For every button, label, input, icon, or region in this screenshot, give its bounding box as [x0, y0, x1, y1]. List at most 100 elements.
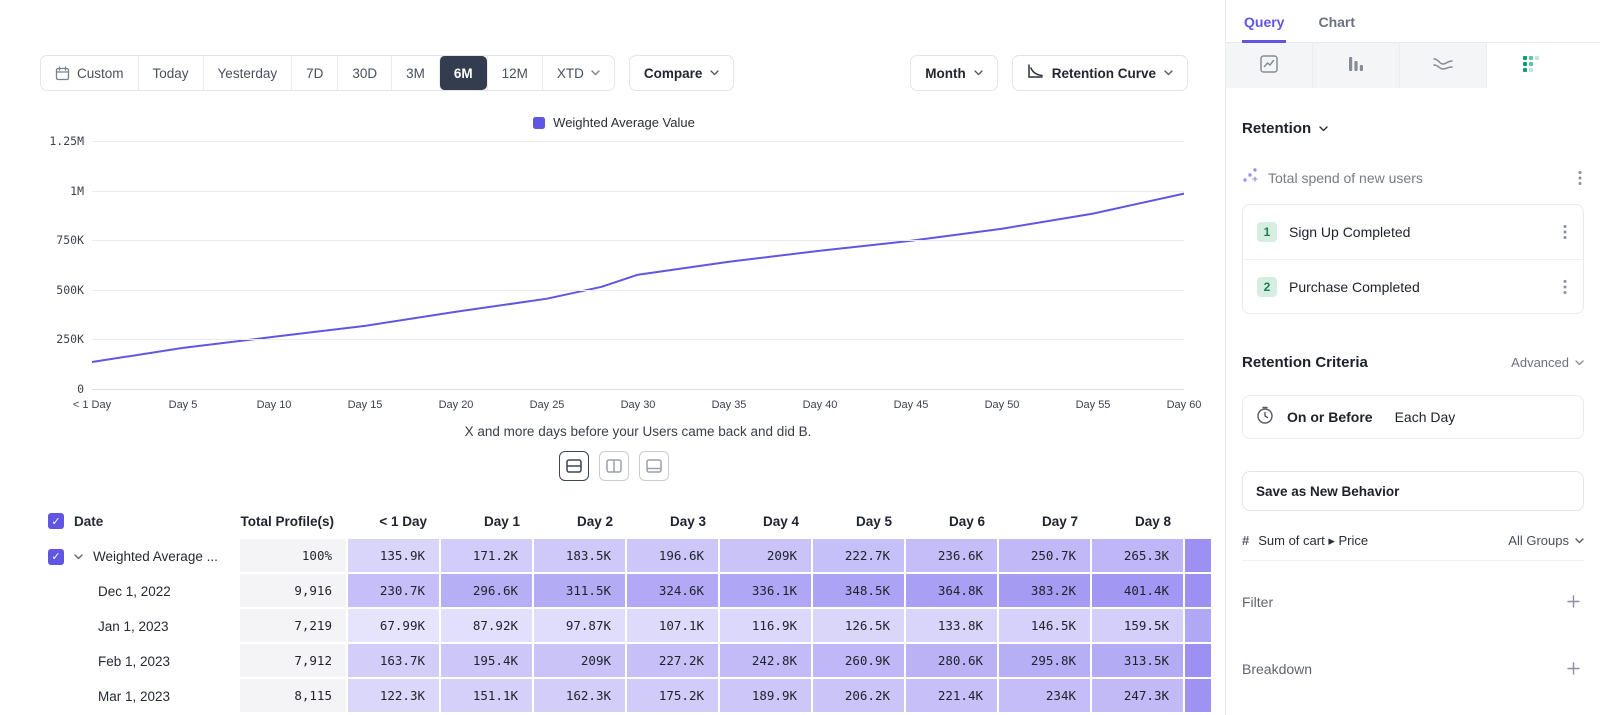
retention-value-cell[interactable]: 122.3K [348, 679, 441, 714]
row-checkbox[interactable]: ✓ [48, 549, 64, 565]
kebab-menu-icon[interactable] [1561, 277, 1569, 297]
retention-value-cell[interactable]: 175.2K [627, 679, 720, 714]
chart-type-retention-button[interactable] [1487, 43, 1574, 88]
retention-value-cell[interactable]: 260.9K [813, 644, 906, 679]
step-row-2[interactable]: 2 Purchase Completed [1243, 259, 1583, 313]
chevron-down-icon [1575, 360, 1584, 366]
retention-value-cell[interactable]: 311.5K [534, 574, 627, 609]
range-7d-button[interactable]: 7D [291, 56, 337, 90]
behavior-title: Total spend of new users [1268, 170, 1566, 186]
range-label: XTD [557, 66, 584, 81]
range-custom-button[interactable]: Custom [41, 56, 138, 90]
retention-value-cell[interactable]: 162.3K [534, 679, 627, 714]
range-6m-button[interactable]: 6M [439, 56, 487, 90]
retention-value-cell[interactable]: 230.7K [348, 574, 441, 609]
retention-value-cell[interactable]: 116.9K [720, 609, 813, 644]
layout-split-vertical-button[interactable] [599, 451, 629, 481]
retention-criteria-row[interactable]: On or Before Each Day [1242, 395, 1584, 439]
retention-value-cell[interactable]: 206.2K [813, 679, 906, 714]
range-3m-button[interactable]: 3M [391, 56, 439, 90]
retention-value-cell[interactable]: 171.2K [441, 539, 534, 574]
groups-dropdown[interactable]: All Groups [1508, 533, 1584, 548]
x-axis-label: Day 50 [985, 399, 1020, 411]
behavior-steps-icon [1242, 167, 1258, 188]
tab-query[interactable]: Query [1242, 14, 1286, 43]
retention-value-cell[interactable]: 97.87K [534, 609, 627, 644]
tab-chart[interactable]: Chart [1316, 14, 1357, 42]
retention-value-cell[interactable]: 163.7K [348, 644, 441, 679]
retention-value-cell[interactable]: 348.5K [813, 574, 906, 609]
range-yesterday-button[interactable]: Yesterday [203, 56, 292, 90]
retention-value-cell[interactable]: 265.3K [1092, 539, 1185, 574]
retention-value-cell[interactable]: 151.1K [441, 679, 534, 714]
range-30d-button[interactable]: 30D [337, 56, 391, 90]
x-axis: < 1 DayDay 5Day 10Day 15Day 20Day 25Day … [92, 399, 1184, 415]
retention-value-cell[interactable]: 364.8K [906, 574, 999, 609]
chart-style-button[interactable]: Retention Curve [1012, 55, 1188, 91]
retention-value-cell[interactable]: 236.6K [906, 539, 999, 574]
retention-value-cell[interactable]: 67.99K [348, 609, 441, 644]
retention-value-cell[interactable]: 133.8K [906, 609, 999, 644]
retention-value-cell[interactable]: 196.6K [627, 539, 720, 574]
range-xtd-button[interactable]: XTD [542, 56, 614, 90]
step-row-1[interactable]: 1 Sign Up Completed [1243, 205, 1583, 259]
retention-value-cell[interactable]: 280.6K [906, 644, 999, 679]
retention-value-cell[interactable]: 295.8K [999, 644, 1092, 679]
add-filter-button[interactable] [1563, 591, 1584, 612]
chart-type-insights-button[interactable] [1226, 43, 1313, 88]
groups-label: All Groups [1508, 533, 1569, 548]
granularity-button[interactable]: Month [910, 55, 997, 91]
chart-type-funnel-button[interactable] [1313, 43, 1400, 88]
measurement-row[interactable]: # Sum of cart ▸ Price All Groups [1242, 521, 1584, 561]
report-type-selector[interactable]: Retention [1226, 120, 1600, 137]
retention-value-cell[interactable]: 324.6K [627, 574, 720, 609]
add-breakdown-button[interactable] [1563, 658, 1584, 679]
chevron-down-icon[interactable] [74, 554, 83, 560]
retention-value-cell[interactable]: 227.2K [627, 644, 720, 679]
row-label-cell: Jan 1, 2023 [40, 609, 240, 644]
kebab-menu-icon[interactable] [1576, 168, 1584, 188]
retention-value-cell[interactable]: 247.3K [1092, 679, 1185, 714]
retention-value-cell[interactable]: 383.2K [999, 574, 1092, 609]
layout-split-horizontal-button[interactable] [559, 451, 589, 481]
legend-swatch [533, 117, 545, 129]
layout-bottom-panel-button[interactable] [639, 451, 669, 481]
retention-value-cell[interactable]: 135.9K [348, 539, 441, 574]
retention-value-cell[interactable]: 221.4K [906, 679, 999, 714]
x-axis-label: Day 35 [712, 399, 747, 411]
retention-value-cell[interactable]: 183.5K [534, 539, 627, 574]
chart-type-flows-button[interactable] [1400, 43, 1487, 88]
range-12m-button[interactable]: 12M [487, 56, 542, 90]
retention-value-cell[interactable]: 87.92K [441, 609, 534, 644]
kebab-menu-icon[interactable] [1561, 222, 1569, 242]
y-axis-label: 0 [77, 382, 84, 396]
toolbar: CustomTodayYesterday7D 30D 3M6M 12M XTD Comp… [40, 55, 1188, 91]
retention-value-cell[interactable]: 242.8K [720, 644, 813, 679]
retention-value-cell[interactable]: 234K [999, 679, 1092, 714]
range-today-button[interactable]: Today [138, 56, 203, 90]
table-row: Feb 1, 20237,912163.7K195.4K209K227.2K24… [40, 644, 1225, 679]
retention-value-cell[interactable]: 401.4K [1092, 574, 1185, 609]
retention-value-cell[interactable]: 209K [720, 539, 813, 574]
retention-value-cell[interactable]: 222.7K [813, 539, 906, 574]
retention-value-cell[interactable]: 195.4K [441, 644, 534, 679]
retention-value-cell[interactable]: 296.6K [441, 574, 534, 609]
retention-value-cell[interactable]: 126.5K [813, 609, 906, 644]
retention-value-cell[interactable]: 250.7K [999, 539, 1092, 574]
retention-value-cell[interactable]: 209K [534, 644, 627, 679]
report-type-label: Retention [1242, 120, 1311, 137]
retention-value-cell[interactable]: 313.5K [1092, 644, 1185, 679]
save-behavior-button[interactable]: Save as New Behavior [1242, 471, 1584, 511]
retention-value-cell[interactable]: 159.5K [1092, 609, 1185, 644]
gridline [92, 389, 1184, 390]
retention-value-cell[interactable]: 189.9K [720, 679, 813, 714]
select-all-checkbox[interactable]: ✓ [48, 513, 64, 529]
range-label: 12M [502, 66, 528, 81]
range-label: 30D [352, 66, 377, 81]
retention-value-cell[interactable]: 107.1K [627, 609, 720, 644]
table-overflow-cell [1185, 574, 1211, 609]
retention-value-cell[interactable]: 146.5K [999, 609, 1092, 644]
retention-value-cell[interactable]: 336.1K [720, 574, 813, 609]
compare-button[interactable]: Compare [629, 55, 735, 91]
advanced-toggle[interactable]: Advanced [1511, 355, 1584, 370]
